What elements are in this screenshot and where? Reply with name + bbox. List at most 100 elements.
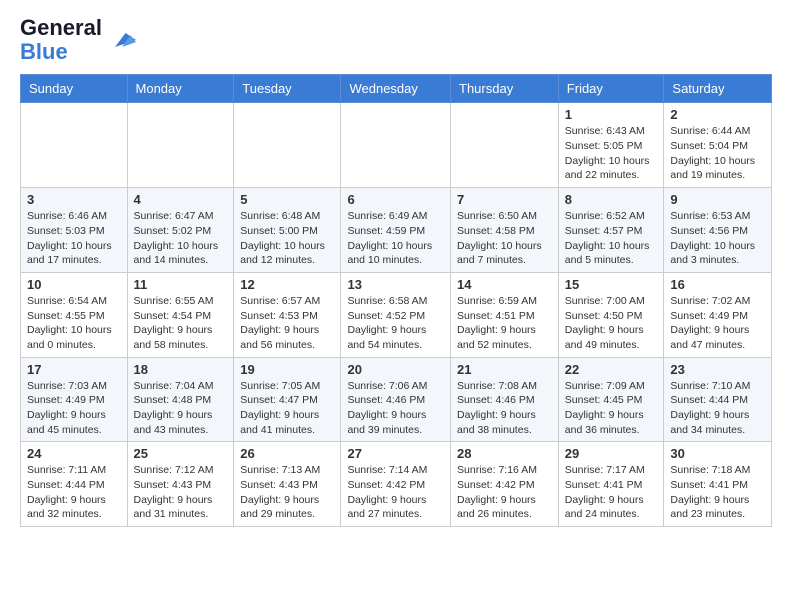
day-number: 28 bbox=[457, 446, 552, 461]
day-info: Sunrise: 7:04 AM Sunset: 4:48 PM Dayligh… bbox=[134, 379, 228, 438]
header: GeneralBlue bbox=[20, 16, 772, 64]
day-info: Sunrise: 7:16 AM Sunset: 4:42 PM Dayligh… bbox=[457, 463, 552, 522]
day-number: 24 bbox=[27, 446, 121, 461]
day-number: 23 bbox=[670, 362, 765, 377]
calendar-cell: 26 Sunrise: 7:13 AM Sunset: 4:43 PM Dayli… bbox=[234, 442, 341, 527]
day-number: 1 bbox=[565, 107, 658, 122]
calendar-cell bbox=[451, 103, 559, 188]
calendar-cell bbox=[341, 103, 451, 188]
calendar-table: SundayMondayTuesdayWednesdayThursdayFrid… bbox=[20, 74, 772, 527]
calendar-cell: 4Sunrise: 6:47 AM Sunset: 5:02 PM Daylig… bbox=[127, 188, 234, 273]
calendar-cell: 30 Sunrise: 7:18 AM Sunset: 4:41 PM Dayli… bbox=[664, 442, 772, 527]
calendar-week-5: 24 Sunrise: 7:11 AM Sunset: 4:44 PM Dayli… bbox=[21, 442, 772, 527]
day-info: Sunrise: 6:44 AM Sunset: 5:04 PM Dayligh… bbox=[670, 124, 765, 183]
day-info: Sunrise: 6:57 AM Sunset: 4:53 PM Dayligh… bbox=[240, 294, 334, 353]
day-number: 20 bbox=[347, 362, 444, 377]
calendar-cell: 7 Sunrise: 6:50 AM Sunset: 4:58 PM Daylig… bbox=[451, 188, 559, 273]
day-info: Sunrise: 6:59 AM Sunset: 4:51 PM Dayligh… bbox=[457, 294, 552, 353]
day-info: Sunrise: 7:10 AM Sunset: 4:44 PM Dayligh… bbox=[670, 379, 765, 438]
day-info: Sunrise: 7:00 AM Sunset: 4:50 PM Dayligh… bbox=[565, 294, 658, 353]
day-info: Sunrise: 6:53 AM Sunset: 4:56 PM Dayligh… bbox=[670, 209, 765, 268]
logo-text: GeneralBlue bbox=[20, 16, 102, 64]
day-info: Sunrise: 7:08 AM Sunset: 4:46 PM Dayligh… bbox=[457, 379, 552, 438]
calendar-cell: 24 Sunrise: 7:11 AM Sunset: 4:44 PM Dayli… bbox=[21, 442, 128, 527]
day-number: 30 bbox=[670, 446, 765, 461]
day-info: Sunrise: 7:05 AM Sunset: 4:47 PM Dayligh… bbox=[240, 379, 334, 438]
col-header-thursday: Thursday bbox=[451, 75, 559, 103]
day-number: 18 bbox=[134, 362, 228, 377]
calendar-cell: 22 Sunrise: 7:09 AM Sunset: 4:45 PM Dayli… bbox=[558, 357, 664, 442]
col-header-saturday: Saturday bbox=[664, 75, 772, 103]
day-number: 13 bbox=[347, 277, 444, 292]
calendar-cell: 5 Sunrise: 6:48 AM Sunset: 5:00 PM Daylig… bbox=[234, 188, 341, 273]
day-info: Sunrise: 6:48 AM Sunset: 5:00 PM Dayligh… bbox=[240, 209, 334, 268]
day-number: 4 bbox=[134, 192, 228, 207]
day-number: 2 bbox=[670, 107, 765, 122]
day-info: Sunrise: 7:11 AM Sunset: 4:44 PM Dayligh… bbox=[27, 463, 121, 522]
calendar-cell: 18 Sunrise: 7:04 AM Sunset: 4:48 PM Dayli… bbox=[127, 357, 234, 442]
day-number: 6 bbox=[347, 192, 444, 207]
calendar-cell: 3 Sunrise: 6:46 AM Sunset: 5:03 PM Daylig… bbox=[21, 188, 128, 273]
calendar-cell bbox=[127, 103, 234, 188]
logo: GeneralBlue bbox=[20, 16, 136, 64]
day-number: 15 bbox=[565, 277, 658, 292]
calendar-cell: 20 Sunrise: 7:06 AM Sunset: 4:46 PM Dayli… bbox=[341, 357, 451, 442]
day-info: Sunrise: 7:09 AM Sunset: 4:45 PM Dayligh… bbox=[565, 379, 658, 438]
calendar-cell: 29Sunrise: 7:17 AM Sunset: 4:41 PM Dayli… bbox=[558, 442, 664, 527]
calendar-cell: 2 Sunrise: 6:44 AM Sunset: 5:04 PM Daylig… bbox=[664, 103, 772, 188]
calendar-cell: 13 Sunrise: 6:58 AM Sunset: 4:52 PM Dayli… bbox=[341, 272, 451, 357]
day-info: Sunrise: 6:50 AM Sunset: 4:58 PM Dayligh… bbox=[457, 209, 552, 268]
calendar-cell: 10 Sunrise: 6:54 AM Sunset: 4:55 PM Dayli… bbox=[21, 272, 128, 357]
day-info: Sunrise: 6:49 AM Sunset: 4:59 PM Dayligh… bbox=[347, 209, 444, 268]
day-number: 7 bbox=[457, 192, 552, 207]
calendar-cell: 14Sunrise: 6:59 AM Sunset: 4:51 PM Dayli… bbox=[451, 272, 559, 357]
calendar-cell: 25Sunrise: 7:12 AM Sunset: 4:43 PM Dayli… bbox=[127, 442, 234, 527]
day-number: 10 bbox=[27, 277, 121, 292]
day-info: Sunrise: 6:55 AM Sunset: 4:54 PM Dayligh… bbox=[134, 294, 228, 353]
day-info: Sunrise: 7:18 AM Sunset: 4:41 PM Dayligh… bbox=[670, 463, 765, 522]
day-info: Sunrise: 7:02 AM Sunset: 4:49 PM Dayligh… bbox=[670, 294, 765, 353]
calendar-header-row: SundayMondayTuesdayWednesdayThursdayFrid… bbox=[21, 75, 772, 103]
calendar-cell: 8Sunrise: 6:52 AM Sunset: 4:57 PM Daylig… bbox=[558, 188, 664, 273]
day-info: Sunrise: 7:14 AM Sunset: 4:42 PM Dayligh… bbox=[347, 463, 444, 522]
calendar-cell bbox=[21, 103, 128, 188]
calendar-week-1: 1 Sunrise: 6:43 AM Sunset: 5:05 PM Daylig… bbox=[21, 103, 772, 188]
day-info: Sunrise: 6:43 AM Sunset: 5:05 PM Dayligh… bbox=[565, 124, 658, 183]
day-info: Sunrise: 6:46 AM Sunset: 5:03 PM Dayligh… bbox=[27, 209, 121, 268]
day-number: 19 bbox=[240, 362, 334, 377]
day-info: Sunrise: 7:12 AM Sunset: 4:43 PM Dayligh… bbox=[134, 463, 228, 522]
calendar-cell bbox=[234, 103, 341, 188]
day-number: 17 bbox=[27, 362, 121, 377]
day-number: 3 bbox=[27, 192, 121, 207]
calendar-week-3: 10 Sunrise: 6:54 AM Sunset: 4:55 PM Dayli… bbox=[21, 272, 772, 357]
day-number: 27 bbox=[347, 446, 444, 461]
calendar-cell: 9 Sunrise: 6:53 AM Sunset: 4:56 PM Daylig… bbox=[664, 188, 772, 273]
col-header-sunday: Sunday bbox=[21, 75, 128, 103]
day-number: 21 bbox=[457, 362, 552, 377]
calendar-cell: 28 Sunrise: 7:16 AM Sunset: 4:42 PM Dayli… bbox=[451, 442, 559, 527]
day-number: 11 bbox=[134, 277, 228, 292]
day-number: 5 bbox=[240, 192, 334, 207]
col-header-monday: Monday bbox=[127, 75, 234, 103]
day-info: Sunrise: 6:58 AM Sunset: 4:52 PM Dayligh… bbox=[347, 294, 444, 353]
calendar-cell: 17 Sunrise: 7:03 AM Sunset: 4:49 PM Dayli… bbox=[21, 357, 128, 442]
day-info: Sunrise: 7:17 AM Sunset: 4:41 PM Dayligh… bbox=[565, 463, 658, 522]
day-info: Sunrise: 7:13 AM Sunset: 4:43 PM Dayligh… bbox=[240, 463, 334, 522]
calendar-cell: 12 Sunrise: 6:57 AM Sunset: 4:53 PM Dayli… bbox=[234, 272, 341, 357]
col-header-friday: Friday bbox=[558, 75, 664, 103]
day-info: Sunrise: 7:03 AM Sunset: 4:49 PM Dayligh… bbox=[27, 379, 121, 438]
day-number: 22 bbox=[565, 362, 658, 377]
calendar-week-2: 3 Sunrise: 6:46 AM Sunset: 5:03 PM Daylig… bbox=[21, 188, 772, 273]
day-number: 16 bbox=[670, 277, 765, 292]
day-info: Sunrise: 6:52 AM Sunset: 4:57 PM Dayligh… bbox=[565, 209, 658, 268]
day-info: Sunrise: 7:06 AM Sunset: 4:46 PM Dayligh… bbox=[347, 379, 444, 438]
day-number: 12 bbox=[240, 277, 334, 292]
calendar-cell: 21 Sunrise: 7:08 AM Sunset: 4:46 PM Dayli… bbox=[451, 357, 559, 442]
day-number: 9 bbox=[670, 192, 765, 207]
col-header-wednesday: Wednesday bbox=[341, 75, 451, 103]
day-number: 26 bbox=[240, 446, 334, 461]
day-info: Sunrise: 6:54 AM Sunset: 4:55 PM Dayligh… bbox=[27, 294, 121, 353]
calendar-cell: 15 Sunrise: 7:00 AM Sunset: 4:50 PM Dayli… bbox=[558, 272, 664, 357]
calendar-cell: 23 Sunrise: 7:10 AM Sunset: 4:44 PM Dayli… bbox=[664, 357, 772, 442]
page: GeneralBlue SundayMondayTuesdayWednesday… bbox=[0, 0, 792, 543]
